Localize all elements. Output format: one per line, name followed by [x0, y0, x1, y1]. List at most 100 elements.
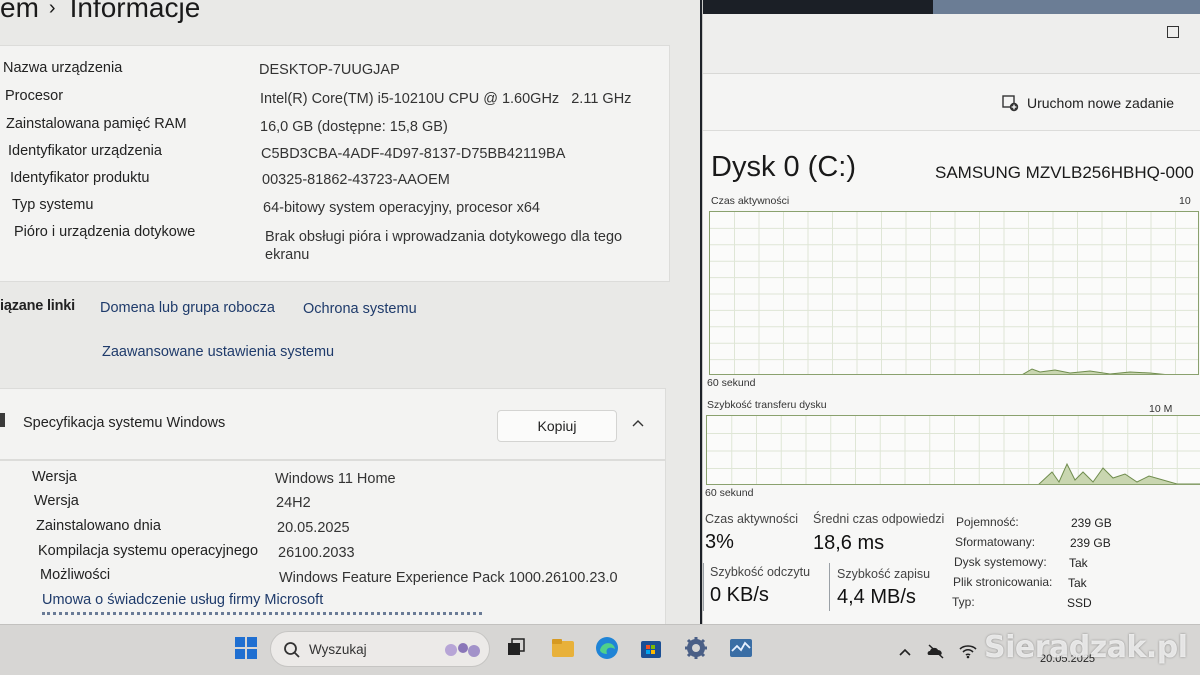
- page-title: em › Informacje: [0, 0, 200, 24]
- search-placeholder: Wyszukaj: [309, 642, 367, 657]
- title-bar-strip: [703, 0, 1200, 14]
- win-label-installed: Zainstalowano dnia: [36, 518, 161, 534]
- spec-value-product-id: 00325-81862-43723-AAOEM: [262, 172, 450, 188]
- prop-formatted-value: 239 GB: [1070, 536, 1111, 550]
- task-manager-window: Uruchom nowe zadanie Dysk 0 (C:) SAMSUNG…: [702, 0, 1200, 624]
- link-system-protection[interactable]: Ochrona systemu: [303, 301, 417, 317]
- windows-spec-header[interactable]: Specyfikacja systemu Windows Kopiuj: [0, 388, 666, 460]
- search-icon: [284, 642, 300, 658]
- breadcrumb-current: Informacje: [69, 0, 201, 23]
- prop-type-label: Typ:: [952, 595, 975, 609]
- task-manager-icon[interactable]: [728, 635, 754, 661]
- write-separator: [829, 563, 830, 611]
- maximize-icon[interactable]: [1167, 26, 1179, 38]
- transfer-graph-label: Szybkość transferu dysku: [707, 399, 827, 411]
- edge-browser-icon[interactable]: [594, 635, 620, 661]
- chevron-up-icon[interactable]: [629, 415, 647, 433]
- prop-page-file-label: Plik stronicowania:: [953, 575, 1053, 589]
- stat-avg-response-label: Średni czas odpowiedzi: [813, 512, 945, 526]
- spec-value-system-type: 64-bitowy system operacyjny, procesor x6…: [263, 200, 540, 216]
- prop-page-file-value: Tak: [1068, 576, 1087, 590]
- settings-gear-icon[interactable]: [683, 635, 709, 661]
- disk-performance-panel: Dysk 0 (C:) SAMSUNG MZVLB256HBHQ-000 Cza…: [703, 130, 1200, 624]
- disk-title: Dysk 0 (C:): [711, 151, 856, 183]
- prop-capacity-label: Pojemność:: [956, 515, 1019, 529]
- transfer-graph-grid: [707, 416, 1200, 484]
- chevron-up-tray-icon[interactable]: [898, 647, 912, 657]
- file-explorer-icon[interactable]: [550, 635, 576, 661]
- spec-label-processor: Procesor: [5, 88, 64, 104]
- win-value-build: 26100.2033: [278, 545, 355, 561]
- transfer-rate-graph: [706, 415, 1200, 485]
- related-links-heading: iązane linki: [0, 298, 75, 314]
- disk-model: SAMSUNG MZVLB256HBHQ-000: [935, 163, 1194, 182]
- link-ms-services-agreement[interactable]: Umowa o świadczenie usług firmy Microsof…: [42, 592, 323, 608]
- prop-system-disk-value: Tak: [1069, 556, 1088, 570]
- prop-type-value: SSD: [1067, 596, 1092, 610]
- activity-graph-label: Czas aktywności: [711, 195, 790, 207]
- activity-time-span-label: 60 sekund: [707, 377, 756, 389]
- spec-value-device-id: C5BD3CBA-4ADF-4D97-8137-D75BB42119BA: [261, 146, 566, 162]
- stat-write-speed-value: 4,4 MB/s: [837, 586, 916, 608]
- read-separator: [703, 563, 704, 611]
- device-specs-card: Nazwa urządzenia DESKTOP-7UUGJAP Proceso…: [0, 45, 670, 282]
- onedrive-offline-icon[interactable]: [926, 642, 946, 660]
- stat-read-speed-label: Szybkość odczytu: [710, 565, 811, 579]
- win-value-installed: 20.05.2025: [277, 520, 350, 536]
- title-bar-accent: [933, 0, 1200, 14]
- win-label-edition: Wersja: [32, 469, 77, 485]
- task-manager-header: [703, 14, 1200, 74]
- spec-label-device-name: Nazwa urządzenia: [3, 60, 123, 76]
- stat-active-time-label: Czas aktywności: [705, 512, 799, 526]
- spec-label-product-id: Identyfikator produktu: [10, 170, 150, 186]
- start-windows-icon[interactable]: [233, 635, 259, 661]
- copy-button[interactable]: Kopiuj: [497, 410, 617, 442]
- stat-avg-response-value: 18,6 ms: [813, 532, 885, 554]
- win-value-version: 24H2: [276, 495, 311, 511]
- taskbar-search[interactable]: Wyszukaj: [270, 631, 490, 667]
- activity-graph-grid: [710, 212, 1198, 374]
- watermark-logo: Sieradzak.pl: [984, 630, 1188, 665]
- win-label-build: Kompilacja systemu operacyjnego: [38, 543, 259, 559]
- breadcrumb-chevron-icon: ›: [48, 0, 56, 19]
- spec-value-ram: 16,0 GB (dostępne: 15,8 GB): [260, 119, 448, 135]
- graph-trace: [1022, 368, 1166, 374]
- search-highlight-icon: [445, 643, 480, 657]
- run-new-task-label: Uruchom nowe zadanie: [1027, 95, 1175, 111]
- windows-logo-icon: [0, 413, 5, 427]
- prop-capacity-value: 239 GB: [1071, 516, 1112, 530]
- new-task-icon: [1002, 95, 1019, 112]
- breadcrumb-prev[interactable]: em: [0, 0, 39, 23]
- spec-value-processor: Intel(R) Core(TM) i5-10210U CPU @ 1.60GH…: [260, 91, 632, 107]
- activity-time-graph: [709, 211, 1199, 375]
- stat-write-speed-label: Szybkość zapisu: [837, 567, 931, 581]
- win-label-features: Możliwości: [40, 567, 111, 583]
- link-truncated-row: [42, 612, 482, 618]
- win-label-version: Wersja: [34, 493, 79, 509]
- run-new-task-button[interactable]: Uruchom nowe zadanie: [1001, 92, 1174, 114]
- store-icon[interactable]: [638, 635, 664, 661]
- spec-value-pen-touch: Brak obsługi pióra i wprowadzania dotyko…: [265, 229, 623, 263]
- stat-active-time-value: 3%: [705, 531, 734, 553]
- spec-label-device-id: Identyfikator urządzenia: [8, 143, 162, 159]
- win-value-edition: Windows 11 Home: [275, 471, 396, 487]
- spec-label-ram: Zainstalowana pamięć RAM: [6, 116, 187, 132]
- prop-system-disk-label: Dysk systemowy:: [954, 555, 1047, 569]
- link-advanced-system-settings[interactable]: Zaawansowane ustawienia systemu: [102, 344, 334, 360]
- task-view-icon[interactable]: [502, 635, 528, 661]
- related-links: iązane linki Domena lub grupa robocza Oc…: [0, 284, 670, 380]
- win-value-features: Windows Feature Experience Pack 1000.261…: [279, 570, 618, 586]
- graph-trace: [1038, 462, 1200, 484]
- transfer-graph-max: 10 M: [1149, 403, 1173, 415]
- spec-value-device-name: DESKTOP-7UUGJAP: [259, 62, 400, 78]
- spec-label-pen-touch: Pióro i urządzenia dotykowe: [14, 224, 196, 240]
- windows-spec-title: Specyfikacja systemu Windows: [23, 415, 226, 431]
- settings-window: em › Informacje Nazwa urządzenia DESKTOP-7…: [0, 0, 700, 624]
- spec-label-system-type: Typ systemu: [12, 197, 94, 213]
- transfer-time-span-label: 60 sekund: [705, 487, 754, 499]
- wifi-icon[interactable]: [958, 643, 978, 659]
- stat-read-speed-value: 0 KB/s: [710, 584, 769, 606]
- prop-formatted-label: Sformatowany:: [955, 535, 1036, 549]
- activity-graph-max: 10: [1179, 195, 1191, 207]
- link-domain-workgroup[interactable]: Domena lub grupa robocza: [100, 300, 275, 316]
